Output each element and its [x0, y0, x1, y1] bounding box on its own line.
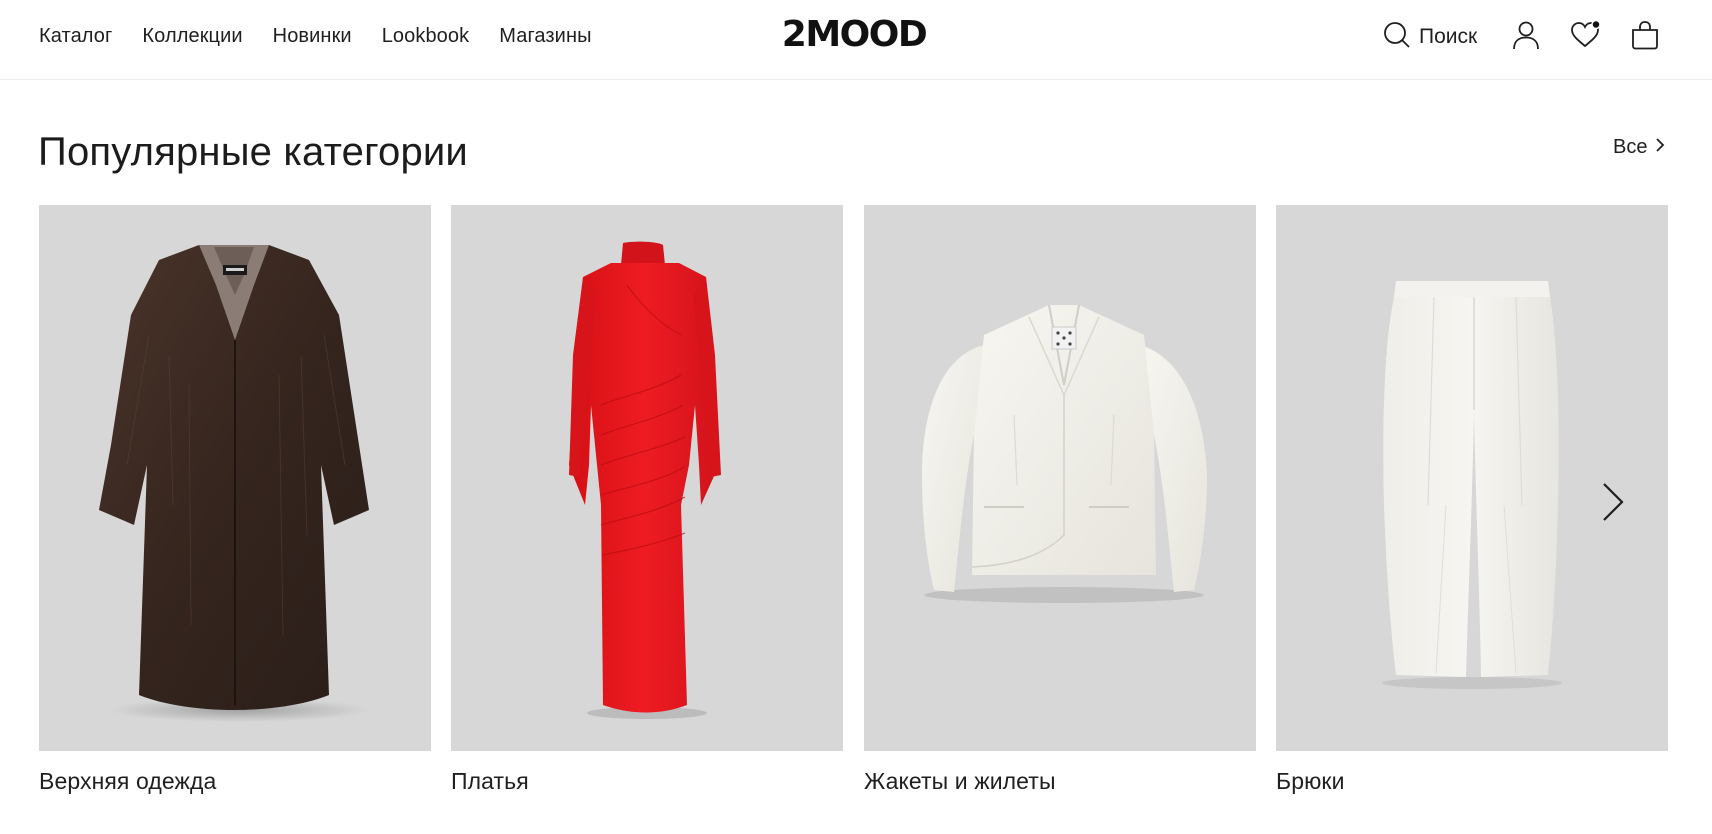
category-image-jacket: [864, 205, 1256, 751]
bag-icon[interactable]: [1630, 20, 1660, 50]
search-label: Поиск: [1419, 25, 1478, 48]
section-title: Популярные категории: [38, 130, 468, 174]
nav-catalog[interactable]: Каталог: [39, 25, 112, 48]
category-image-coat: [39, 205, 431, 751]
carousel-next-button[interactable]: [1594, 478, 1630, 526]
category-label: Платья: [451, 768, 529, 794]
chevron-right-icon: [1655, 136, 1665, 159]
search-button[interactable]: Поиск: [1383, 21, 1478, 54]
main-nav: Каталог Коллекции Новинки Lookbook Магаз…: [39, 0, 592, 72]
category-card-jackets[interactable]: Жакеты и жилеты: [864, 205, 1256, 805]
site-header: Каталог Коллекции Новинки Lookbook Магаз…: [0, 0, 1712, 80]
category-card-dresses[interactable]: Платья: [451, 205, 843, 805]
nav-collections[interactable]: Коллекции: [142, 25, 242, 48]
nav-lookbook[interactable]: Lookbook: [382, 25, 470, 48]
category-label: Верхняя одежда: [39, 768, 217, 794]
view-all-label: Все: [1613, 136, 1648, 158]
category-image-dress: [451, 205, 843, 751]
nav-new[interactable]: Новинки: [273, 25, 352, 48]
user-icon[interactable]: [1511, 20, 1541, 50]
search-icon: [1383, 21, 1411, 54]
nav-stores[interactable]: Магазины: [499, 25, 591, 48]
category-carousel: Верхняя одежда Платья Жакеты и жилеты Бр…: [39, 205, 1669, 805]
heart-icon[interactable]: [1570, 20, 1600, 50]
brand-logo[interactable]: 2MOOD: [776, 17, 932, 53]
category-label: Брюки: [1276, 768, 1345, 794]
view-all-link[interactable]: Все: [1613, 136, 1665, 159]
category-label: Жакеты и жилеты: [864, 768, 1056, 794]
category-card-outerwear[interactable]: Верхняя одежда: [39, 205, 431, 805]
